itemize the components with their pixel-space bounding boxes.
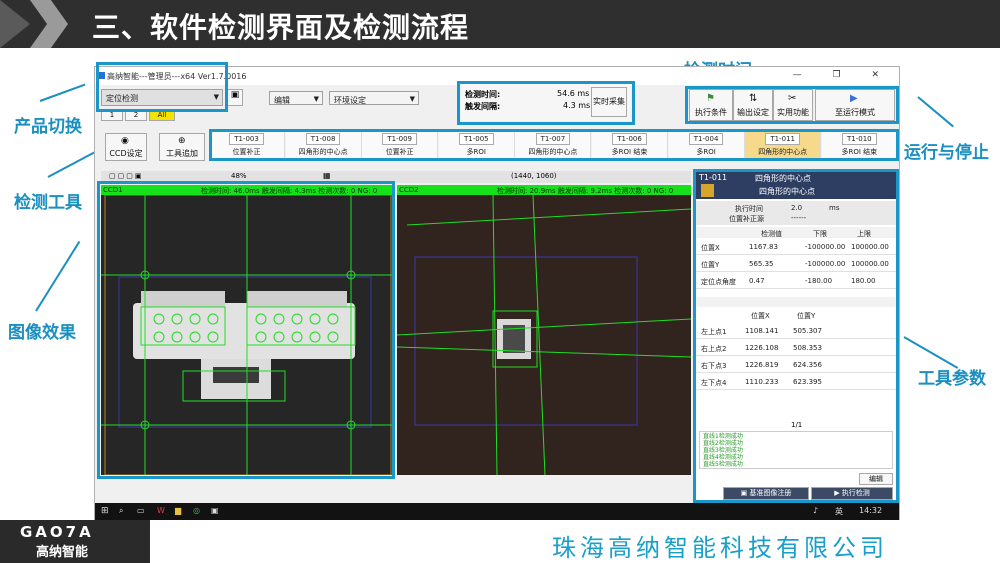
folder-icon[interactable]: ▆ bbox=[175, 506, 181, 515]
volume-icon[interactable]: ♪ bbox=[813, 506, 818, 515]
callout-line bbox=[917, 96, 954, 128]
ccd2-stats: 检测时间: 20.9ms 触发间隔: 9.2ms 检测次数: 0 NG: 0 bbox=[497, 187, 674, 195]
highlight-frame bbox=[96, 62, 228, 112]
highlight-frame bbox=[685, 86, 899, 124]
highlight-frame bbox=[97, 181, 395, 479]
terminal-icon[interactable]: ▣ bbox=[211, 506, 219, 515]
chevron-down-icon: ▼ bbox=[313, 95, 319, 103]
annotation-product-switch: 产品切换 bbox=[14, 117, 82, 137]
taskbar: ⊞ ⌕ ▭ W ▆ ◎ ▣ ♪ 英 14:32 bbox=[95, 503, 899, 521]
annotation-tool-params: 工具参数 bbox=[918, 369, 986, 389]
search-icon[interactable]: ⌕ bbox=[119, 506, 123, 516]
callout-line bbox=[35, 240, 81, 312]
app-window: 高纳智能---管理员---x64 Ver1.7.0016 — ❐ ✕ 定位检测 … bbox=[94, 66, 900, 522]
clock: 14:32 bbox=[859, 506, 883, 515]
plus-icon: ⊕ bbox=[178, 136, 186, 146]
ccd2-header: CCD2 检测时间: 20.9ms 触发间隔: 9.2ms 检测次数: 0 NG… bbox=[397, 185, 691, 195]
window-controls[interactable]: — ❐ ✕ bbox=[793, 70, 893, 80]
ccd2-view[interactable]: CCD2 检测时间: 20.9ms 触发间隔: 9.2ms 检测次数: 0 NG… bbox=[397, 185, 691, 475]
annotation-detect-tools: 检测工具 bbox=[14, 193, 82, 213]
slide-title: 三、软件检测界面及检测流程 bbox=[92, 11, 470, 44]
add-tool-button[interactable]: ⊕ 工具追加 bbox=[159, 133, 205, 161]
input-language[interactable]: 英 bbox=[835, 506, 843, 517]
annotation-run-stop: 运行与停止 bbox=[904, 143, 989, 163]
highlight-frame bbox=[209, 129, 899, 161]
chevron-down-icon: ▼ bbox=[409, 95, 415, 103]
view-tool-icons[interactable]: ▢▢▢▣ bbox=[109, 172, 143, 180]
grid-icon[interactable]: ▦ bbox=[323, 171, 331, 180]
title-chevron-decoration bbox=[0, 0, 30, 48]
ccd2-name: CCD2 bbox=[399, 186, 419, 194]
highlight-frame bbox=[457, 81, 635, 125]
ccd2-image bbox=[397, 195, 691, 475]
logo-chinese: 高纳智能 bbox=[36, 545, 89, 560]
save-icon: ▣ bbox=[230, 90, 240, 100]
app-w-icon[interactable]: W bbox=[157, 506, 165, 515]
save-button[interactable]: ▣ bbox=[227, 89, 243, 106]
callout-line bbox=[39, 83, 86, 102]
camera-icon: ◉ bbox=[121, 136, 129, 146]
company-name: 珠海高纳智能科技有限公司 bbox=[552, 534, 888, 562]
zoom-level: 48% bbox=[231, 172, 247, 180]
taskview-icon[interactable]: ▭ bbox=[137, 506, 145, 515]
slide: 三、软件检测界面及检测流程 产品切换 检测工具 图像效果 检测时间 运行与停止 … bbox=[0, 0, 1000, 563]
edit-menu[interactable]: 编辑 ▼ bbox=[269, 91, 323, 105]
ccd-settings-button[interactable]: ◉ CCD设定 bbox=[105, 133, 147, 161]
environment-menu[interactable]: 环境设定 ▼ bbox=[329, 91, 419, 105]
windows-start-icon[interactable]: ⊞ bbox=[101, 506, 109, 516]
highlight-frame bbox=[693, 169, 899, 503]
logo-wordmark: GAO7A bbox=[20, 523, 94, 541]
wechat-icon[interactable]: ◎ bbox=[193, 506, 200, 515]
annotation-image-effect: 图像效果 bbox=[8, 323, 76, 343]
cursor-coords: (1440, 1060) bbox=[511, 172, 557, 180]
